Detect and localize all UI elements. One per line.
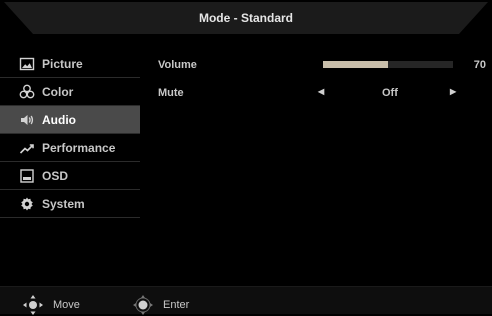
- sidebar-item-label: Color: [42, 84, 74, 99]
- footer: Move Enter: [0, 286, 492, 315]
- volume-value: 70: [473, 59, 486, 71]
- sidebar-item-performance[interactable]: Performance: [0, 134, 140, 162]
- sidebar-item-osd[interactable]: OSD: [0, 162, 140, 190]
- mute-label: Mute: [158, 87, 184, 99]
- volume-slider[interactable]: [323, 61, 453, 68]
- audio-settings-panel: Volume 70 Mute ◀ Off ▶: [158, 50, 492, 106]
- picture-icon: [18, 55, 36, 73]
- sidebar-item-picture[interactable]: Picture: [0, 50, 140, 78]
- sidebar-item-label: OSD: [42, 168, 69, 183]
- left-arrow-icon[interactable]: ◀: [318, 87, 324, 96]
- mute-value: Off: [382, 87, 398, 99]
- volume-fill: [323, 61, 388, 68]
- sidebar-item-color[interactable]: Color: [0, 78, 140, 106]
- osd-icon: [18, 167, 36, 185]
- sidebar-item-label: Picture: [42, 56, 83, 71]
- volume-label: Volume: [158, 59, 197, 71]
- sidebar-item-audio[interactable]: Audio: [0, 106, 140, 134]
- sidebar-item-label: System: [42, 196, 85, 211]
- sidebar: Picture Color Audio Performance OSD Syst…: [0, 50, 140, 218]
- sidebar-item-label: Performance: [42, 140, 116, 155]
- speaker-icon: [18, 111, 36, 129]
- performance-icon: [18, 139, 36, 157]
- volume-row[interactable]: Volume 70: [158, 50, 492, 78]
- page-title: Mode - Standard: [198, 11, 293, 25]
- sidebar-item-label: Audio: [42, 112, 76, 127]
- move-label: Move: [53, 299, 80, 311]
- gear-icon: [18, 195, 36, 213]
- mute-row[interactable]: Mute ◀ Off ▶: [158, 78, 492, 106]
- color-icon: [18, 83, 36, 101]
- header: Mode - Standard: [0, 0, 492, 38]
- enter-label: Enter: [163, 299, 190, 311]
- sidebar-item-system[interactable]: System: [0, 190, 140, 218]
- right-arrow-icon[interactable]: ▶: [450, 87, 456, 96]
